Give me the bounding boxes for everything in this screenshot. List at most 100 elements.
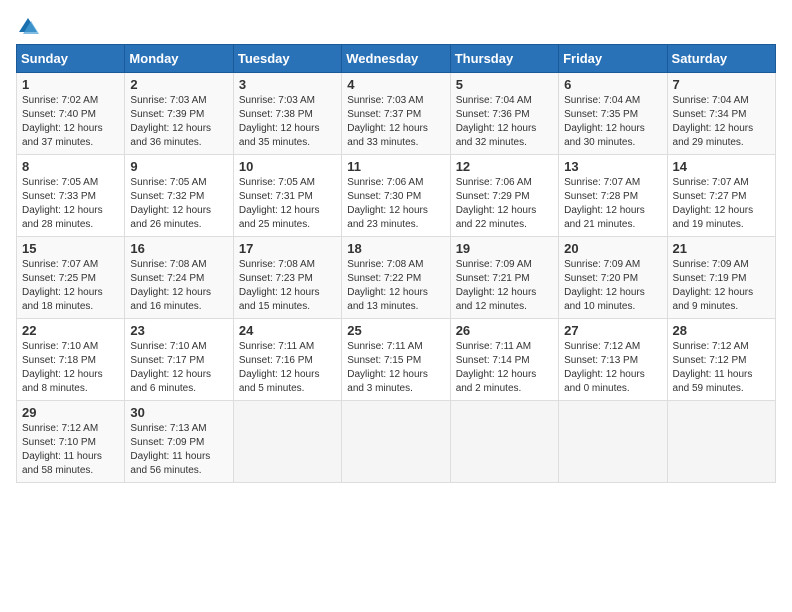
calendar-day-cell: 27 Sunrise: 7:12 AMSunset: 7:13 PMDaylig… — [559, 319, 667, 401]
calendar-week-row: 15 Sunrise: 7:07 AMSunset: 7:25 PMDaylig… — [17, 237, 776, 319]
calendar-day-cell: 12 Sunrise: 7:06 AMSunset: 7:29 PMDaylig… — [450, 155, 558, 237]
day-info: Sunrise: 7:07 AMSunset: 7:28 PMDaylight:… — [564, 176, 661, 232]
calendar-day-cell: 5 Sunrise: 7:04 AMSunset: 7:36 PMDayligh… — [450, 73, 558, 155]
calendar-day-cell: 20 Sunrise: 7:09 AMSunset: 7:20 PMDaylig… — [559, 237, 667, 319]
day-number: 13 — [564, 159, 661, 174]
calendar-header-row: SundayMondayTuesdayWednesdayThursdayFrid… — [17, 45, 776, 73]
day-info: Sunrise: 7:11 AMSunset: 7:14 PMDaylight:… — [456, 340, 553, 396]
calendar-day-cell: 13 Sunrise: 7:07 AMSunset: 7:28 PMDaylig… — [559, 155, 667, 237]
calendar-day-cell: 24 Sunrise: 7:11 AMSunset: 7:16 PMDaylig… — [233, 319, 341, 401]
calendar-header-monday: Monday — [125, 45, 233, 73]
calendar-day-cell: 9 Sunrise: 7:05 AMSunset: 7:32 PMDayligh… — [125, 155, 233, 237]
day-number: 9 — [130, 159, 227, 174]
day-number: 14 — [673, 159, 770, 174]
day-number: 23 — [130, 323, 227, 338]
day-info: Sunrise: 7:04 AMSunset: 7:36 PMDaylight:… — [456, 94, 553, 150]
calendar-day-cell — [233, 401, 341, 483]
calendar-header-sunday: Sunday — [17, 45, 125, 73]
calendar-day-cell: 19 Sunrise: 7:09 AMSunset: 7:21 PMDaylig… — [450, 237, 558, 319]
calendar-day-cell: 25 Sunrise: 7:11 AMSunset: 7:15 PMDaylig… — [342, 319, 450, 401]
calendar-day-cell: 7 Sunrise: 7:04 AMSunset: 7:34 PMDayligh… — [667, 73, 775, 155]
calendar-day-cell: 14 Sunrise: 7:07 AMSunset: 7:27 PMDaylig… — [667, 155, 775, 237]
day-info: Sunrise: 7:12 AMSunset: 7:12 PMDaylight:… — [673, 340, 770, 396]
day-info: Sunrise: 7:13 AMSunset: 7:09 PMDaylight:… — [130, 422, 227, 478]
calendar-header-wednesday: Wednesday — [342, 45, 450, 73]
day-info: Sunrise: 7:05 AMSunset: 7:32 PMDaylight:… — [130, 176, 227, 232]
calendar-day-cell: 1 Sunrise: 7:02 AMSunset: 7:40 PMDayligh… — [17, 73, 125, 155]
day-number: 15 — [22, 241, 119, 256]
day-info: Sunrise: 7:03 AMSunset: 7:37 PMDaylight:… — [347, 94, 444, 150]
day-info: Sunrise: 7:02 AMSunset: 7:40 PMDaylight:… — [22, 94, 119, 150]
day-info: Sunrise: 7:04 AMSunset: 7:34 PMDaylight:… — [673, 94, 770, 150]
calendar-week-row: 8 Sunrise: 7:05 AMSunset: 7:33 PMDayligh… — [17, 155, 776, 237]
day-number: 4 — [347, 77, 444, 92]
day-number: 2 — [130, 77, 227, 92]
day-number: 1 — [22, 77, 119, 92]
calendar-header-thursday: Thursday — [450, 45, 558, 73]
day-number: 8 — [22, 159, 119, 174]
calendar-day-cell: 21 Sunrise: 7:09 AMSunset: 7:19 PMDaylig… — [667, 237, 775, 319]
calendar-day-cell: 6 Sunrise: 7:04 AMSunset: 7:35 PMDayligh… — [559, 73, 667, 155]
day-info: Sunrise: 7:07 AMSunset: 7:25 PMDaylight:… — [22, 258, 119, 314]
day-number: 20 — [564, 241, 661, 256]
calendar-day-cell: 18 Sunrise: 7:08 AMSunset: 7:22 PMDaylig… — [342, 237, 450, 319]
day-number: 12 — [456, 159, 553, 174]
day-number: 16 — [130, 241, 227, 256]
day-info: Sunrise: 7:08 AMSunset: 7:24 PMDaylight:… — [130, 258, 227, 314]
day-number: 5 — [456, 77, 553, 92]
calendar-day-cell — [450, 401, 558, 483]
day-info: Sunrise: 7:12 AMSunset: 7:10 PMDaylight:… — [22, 422, 119, 478]
day-number: 10 — [239, 159, 336, 174]
calendar-day-cell: 2 Sunrise: 7:03 AMSunset: 7:39 PMDayligh… — [125, 73, 233, 155]
day-info: Sunrise: 7:11 AMSunset: 7:16 PMDaylight:… — [239, 340, 336, 396]
calendar-table: SundayMondayTuesdayWednesdayThursdayFrid… — [16, 44, 776, 483]
day-info: Sunrise: 7:10 AMSunset: 7:17 PMDaylight:… — [130, 340, 227, 396]
calendar-header-friday: Friday — [559, 45, 667, 73]
calendar-header-tuesday: Tuesday — [233, 45, 341, 73]
day-number: 18 — [347, 241, 444, 256]
day-info: Sunrise: 7:08 AMSunset: 7:23 PMDaylight:… — [239, 258, 336, 314]
calendar-week-row: 22 Sunrise: 7:10 AMSunset: 7:18 PMDaylig… — [17, 319, 776, 401]
calendar-day-cell: 3 Sunrise: 7:03 AMSunset: 7:38 PMDayligh… — [233, 73, 341, 155]
logo-icon — [17, 16, 39, 34]
day-number: 30 — [130, 405, 227, 420]
calendar-day-cell: 26 Sunrise: 7:11 AMSunset: 7:14 PMDaylig… — [450, 319, 558, 401]
calendar-day-cell: 30 Sunrise: 7:13 AMSunset: 7:09 PMDaylig… — [125, 401, 233, 483]
calendar-day-cell: 11 Sunrise: 7:06 AMSunset: 7:30 PMDaylig… — [342, 155, 450, 237]
calendar-day-cell: 17 Sunrise: 7:08 AMSunset: 7:23 PMDaylig… — [233, 237, 341, 319]
day-number: 19 — [456, 241, 553, 256]
calendar-day-cell: 10 Sunrise: 7:05 AMSunset: 7:31 PMDaylig… — [233, 155, 341, 237]
day-number: 3 — [239, 77, 336, 92]
day-number: 22 — [22, 323, 119, 338]
page-header — [16, 16, 776, 34]
logo — [16, 16, 40, 34]
calendar-day-cell — [559, 401, 667, 483]
day-info: Sunrise: 7:09 AMSunset: 7:21 PMDaylight:… — [456, 258, 553, 314]
day-info: Sunrise: 7:04 AMSunset: 7:35 PMDaylight:… — [564, 94, 661, 150]
calendar-day-cell: 8 Sunrise: 7:05 AMSunset: 7:33 PMDayligh… — [17, 155, 125, 237]
day-number: 7 — [673, 77, 770, 92]
day-info: Sunrise: 7:09 AMSunset: 7:19 PMDaylight:… — [673, 258, 770, 314]
day-number: 27 — [564, 323, 661, 338]
calendar-day-cell: 23 Sunrise: 7:10 AMSunset: 7:17 PMDaylig… — [125, 319, 233, 401]
day-number: 29 — [22, 405, 119, 420]
calendar-day-cell — [342, 401, 450, 483]
day-info: Sunrise: 7:05 AMSunset: 7:33 PMDaylight:… — [22, 176, 119, 232]
calendar-day-cell: 4 Sunrise: 7:03 AMSunset: 7:37 PMDayligh… — [342, 73, 450, 155]
day-number: 28 — [673, 323, 770, 338]
calendar-day-cell — [667, 401, 775, 483]
day-info: Sunrise: 7:07 AMSunset: 7:27 PMDaylight:… — [673, 176, 770, 232]
day-number: 6 — [564, 77, 661, 92]
day-number: 17 — [239, 241, 336, 256]
day-number: 21 — [673, 241, 770, 256]
calendar-day-cell: 22 Sunrise: 7:10 AMSunset: 7:18 PMDaylig… — [17, 319, 125, 401]
calendar-week-row: 1 Sunrise: 7:02 AMSunset: 7:40 PMDayligh… — [17, 73, 776, 155]
day-info: Sunrise: 7:11 AMSunset: 7:15 PMDaylight:… — [347, 340, 444, 396]
day-info: Sunrise: 7:06 AMSunset: 7:30 PMDaylight:… — [347, 176, 444, 232]
day-info: Sunrise: 7:06 AMSunset: 7:29 PMDaylight:… — [456, 176, 553, 232]
day-info: Sunrise: 7:10 AMSunset: 7:18 PMDaylight:… — [22, 340, 119, 396]
day-number: 25 — [347, 323, 444, 338]
calendar-day-cell: 28 Sunrise: 7:12 AMSunset: 7:12 PMDaylig… — [667, 319, 775, 401]
calendar-day-cell: 29 Sunrise: 7:12 AMSunset: 7:10 PMDaylig… — [17, 401, 125, 483]
calendar-day-cell: 16 Sunrise: 7:08 AMSunset: 7:24 PMDaylig… — [125, 237, 233, 319]
